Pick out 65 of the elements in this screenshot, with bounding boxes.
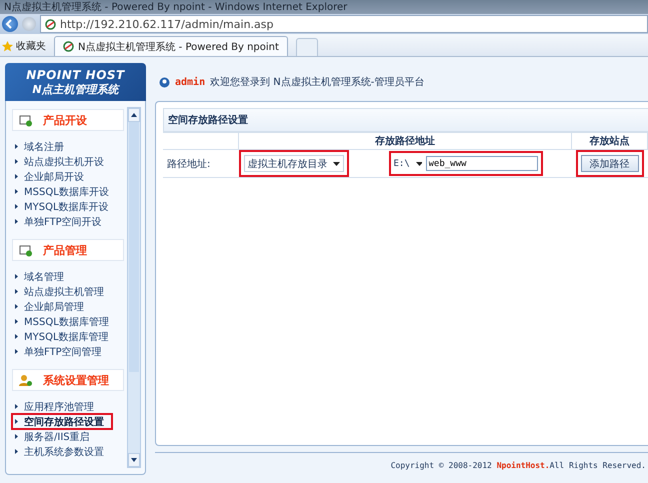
caret-icon — [332, 162, 340, 166]
page-icon — [63, 41, 74, 52]
bullet-icon — [15, 159, 18, 164]
path-input[interactable]: web_www — [426, 156, 538, 171]
section-title: 系统设置管理 — [43, 372, 109, 388]
menu-item[interactable]: 域名管理 — [12, 269, 124, 284]
copyright-text: Copyright © 2008-2012 NpointHost.All Rights Reserved. — [390, 460, 646, 470]
scroll-down-icon[interactable] — [131, 458, 137, 462]
bullet-icon — [15, 189, 18, 194]
bullet-icon — [15, 289, 18, 294]
package-add-icon — [19, 244, 33, 256]
section-title: 产品管理 — [43, 242, 87, 258]
menu-item[interactable]: 站点虚拟主机开设 — [12, 154, 124, 169]
bullet-icon — [15, 449, 18, 454]
menu-item[interactable]: 企业邮局开设 — [12, 169, 124, 184]
menu-item[interactable]: MYSQL数据库开设 — [12, 199, 124, 214]
menu-item[interactable]: MYSQL数据库管理 — [12, 329, 124, 344]
bullet-icon — [15, 319, 18, 324]
bullet-icon — [15, 144, 18, 149]
menu-item[interactable]: 企业邮局管理 — [12, 299, 124, 314]
username: admin — [175, 76, 206, 88]
back-button[interactable] — [2, 16, 18, 32]
window-title: N点虚拟主机管理系统 - Powered By npoint - Windows Internet Explorer — [4, 0, 348, 14]
user-settings-icon — [19, 374, 33, 386]
scroll-up-icon[interactable] — [131, 113, 137, 117]
menu-item[interactable]: 单独FTP空间管理 — [12, 344, 124, 359]
bullet-icon — [15, 434, 18, 439]
bullet-icon — [15, 204, 18, 209]
panel-title: 空间存放路径设置 — [168, 114, 248, 127]
bullet-icon — [15, 219, 18, 224]
bullet-icon — [15, 274, 18, 279]
bullet-icon — [15, 419, 18, 424]
logo-title: NPOINT HOST — [26, 68, 125, 82]
star-icon — [2, 40, 13, 52]
user-icon — [159, 76, 170, 88]
menu-item[interactable]: 应用程序池管理 — [12, 399, 124, 414]
package-add-icon — [19, 114, 33, 126]
section-title: 产品开设 — [43, 112, 87, 128]
menu-item[interactable]: 单独FTP空间开设 — [12, 214, 124, 229]
drive-select[interactable]: E:\ — [394, 158, 422, 168]
bullet-icon — [15, 334, 18, 339]
bullet-icon — [15, 304, 18, 309]
favorites-button[interactable]: 收藏夹 — [2, 36, 46, 56]
bullet-icon — [15, 174, 18, 179]
caret-icon — [416, 162, 422, 166]
browser-tab[interactable]: N点虚拟主机管理系统 - Powered By npoint — [54, 36, 288, 56]
menu-item[interactable]: 空间存放路径设置 — [12, 414, 112, 429]
directory-select[interactable]: 虚拟主机存放目录 — [244, 155, 344, 172]
field-label: 路径地址: — [163, 150, 238, 178]
welcome-text: 欢迎您登录到 N点虚拟主机管理系统-管理员平台 — [210, 76, 424, 89]
menu-item[interactable]: MSSQL数据库管理 — [12, 314, 124, 329]
page-icon — [45, 18, 56, 30]
bullet-icon — [15, 404, 18, 409]
bullet-icon — [15, 349, 18, 354]
menu-item[interactable]: MSSQL数据库开设 — [12, 184, 124, 199]
add-path-button[interactable]: 添加路径 — [580, 155, 638, 172]
menu-item[interactable]: 域名注册 — [12, 139, 124, 154]
logo-subtitle: N点主机管理系统 — [32, 82, 119, 96]
scrollbar[interactable] — [127, 107, 141, 468]
address-bar[interactable]: http://192.210.62.117/admin/main.asp — [40, 15, 648, 33]
menu-item[interactable]: 主机系统参数设置 — [12, 444, 124, 459]
column-header: 存放路径地址 — [238, 132, 572, 150]
menu-item[interactable]: 服务器/IIS重启 — [12, 429, 124, 444]
menu-item[interactable]: 站点虚拟主机管理 — [12, 284, 124, 299]
column-header: 存放站点 — [572, 132, 648, 150]
